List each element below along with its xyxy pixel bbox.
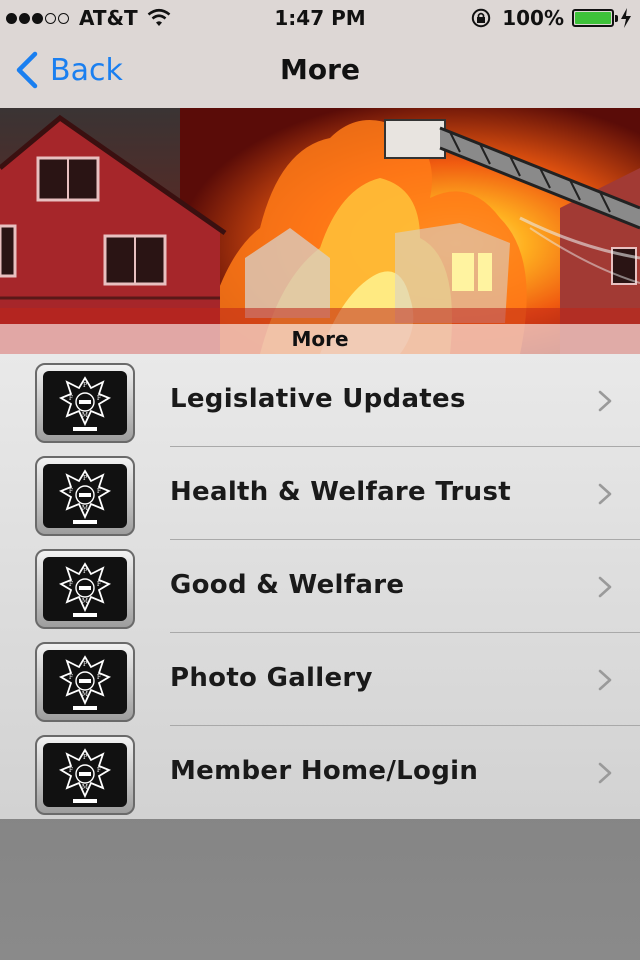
- menu-item-label: Legislative Updates: [170, 384, 466, 414]
- chevron-right-icon: [598, 390, 612, 412]
- menu-item-label: Member Home/Login: [170, 756, 479, 786]
- app-logo-badge: P F F M: [43, 743, 127, 807]
- menu-item[interactable]: P F F M Photo Gallery: [0, 633, 640, 726]
- svg-text:P: P: [83, 754, 87, 761]
- app-logo-badge: P F F M: [43, 464, 127, 528]
- chevron-right-icon: [598, 762, 612, 784]
- battery-icon: [572, 9, 618, 27]
- svg-text:F: F: [97, 395, 101, 402]
- app-logo-badge: P F F M: [43, 557, 127, 621]
- menu-item-label: Health & Welfare Trust: [170, 477, 511, 507]
- menu-item[interactable]: P F F M Legislative Updates: [0, 354, 640, 447]
- more-screen: AT&T 1:47 PM 100% Back More More P F F M…: [0, 0, 640, 960]
- svg-text:F: F: [69, 674, 73, 681]
- menu-item-label: Photo Gallery: [170, 663, 373, 693]
- svg-text:P: P: [83, 475, 87, 482]
- menu-item[interactable]: P F F M Member Home/Login: [0, 726, 640, 819]
- app-logo-icon: P F F M: [35, 456, 135, 536]
- union-emblem-icon: P F F M: [58, 469, 112, 524]
- app-logo-icon: P F F M: [35, 363, 135, 443]
- house-fire-image: [0, 108, 640, 354]
- svg-text:P: P: [83, 382, 87, 389]
- svg-text:F: F: [69, 767, 73, 774]
- hero-banner: More: [0, 108, 640, 354]
- app-logo-badge: P F F M: [43, 371, 127, 435]
- battery-cap: [615, 15, 618, 22]
- app-logo-badge: P F F M: [43, 650, 127, 714]
- svg-text:F: F: [69, 581, 73, 588]
- battery-fill: [575, 12, 611, 24]
- chevron-right-icon: [598, 576, 612, 598]
- menu-item[interactable]: P F F M Good & Welfare: [0, 540, 640, 633]
- chevron-right-icon: [598, 669, 612, 691]
- chevron-right-icon: [598, 483, 612, 505]
- union-emblem-icon: P F F M: [58, 376, 112, 431]
- svg-text:F: F: [69, 488, 73, 495]
- svg-text:M: M: [82, 598, 88, 605]
- svg-text:F: F: [97, 581, 101, 588]
- svg-text:M: M: [82, 412, 88, 419]
- status-right: 100%: [470, 6, 632, 30]
- svg-text:P: P: [83, 568, 87, 575]
- union-emblem-icon: P F F M: [58, 655, 112, 710]
- hero-caption: More: [291, 327, 349, 351]
- page-title: More: [280, 53, 360, 86]
- app-logo-icon: P F F M: [35, 735, 135, 815]
- svg-text:F: F: [69, 395, 73, 402]
- svg-text:M: M: [82, 784, 88, 791]
- svg-text:M: M: [82, 691, 88, 698]
- menu-item-label: Good & Welfare: [170, 570, 405, 600]
- charging-bolt-icon: [621, 8, 631, 28]
- menu-list: P F F M Legislative Updates P F F M Heal…: [0, 354, 640, 819]
- navigation-bar: Back More: [0, 36, 640, 108]
- union-emblem-icon: P F F M: [58, 562, 112, 617]
- battery-percent: 100%: [502, 6, 564, 30]
- svg-text:M: M: [82, 505, 88, 512]
- union-emblem-icon: P F F M: [58, 748, 112, 803]
- svg-text:F: F: [97, 767, 101, 774]
- orientation-lock-icon: [472, 8, 491, 28]
- app-logo-icon: P F F M: [35, 549, 135, 629]
- menu-item[interactable]: P F F M Health & Welfare Trust: [0, 447, 640, 540]
- svg-text:F: F: [97, 674, 101, 681]
- svg-text:P: P: [83, 661, 87, 668]
- svg-text:F: F: [97, 488, 101, 495]
- status-bar: AT&T 1:47 PM 100%: [0, 0, 640, 36]
- app-logo-icon: P F F M: [35, 642, 135, 722]
